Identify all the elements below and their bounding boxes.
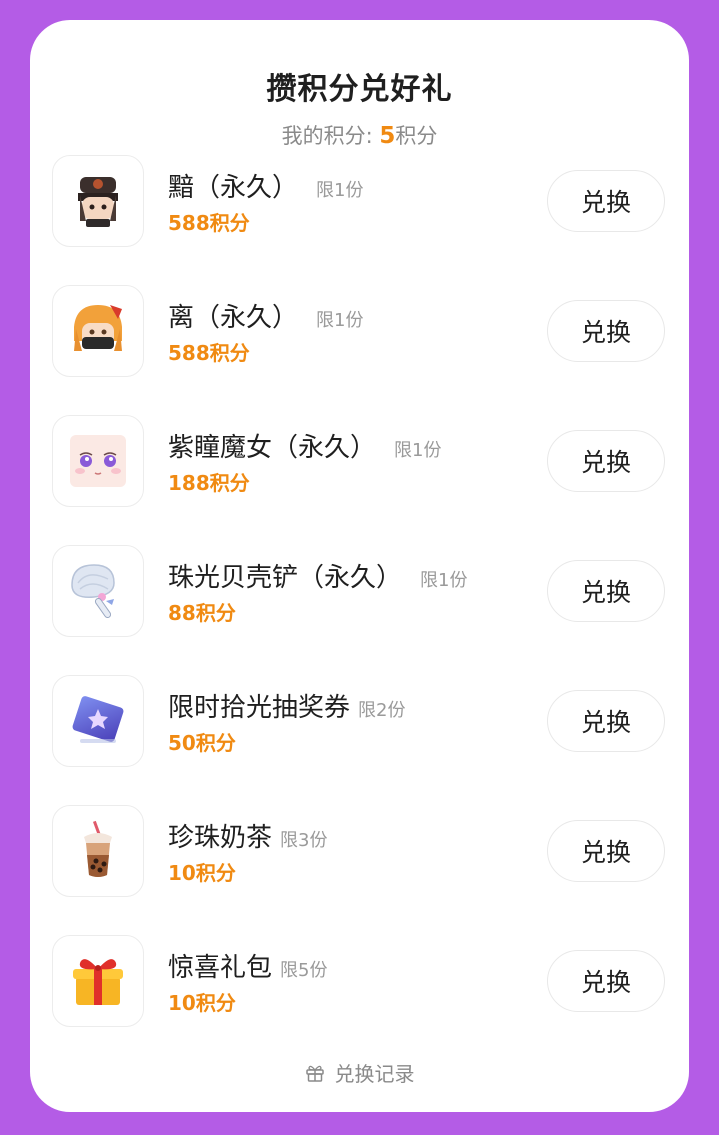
item-limit: 限1份 [316, 180, 364, 201]
list-item: 黯（永久） 限1份 588积分 兑换 [30, 155, 689, 247]
exchange-button[interactable]: 兑换 [547, 430, 665, 492]
list-item: 限时拾光抽奖券 限2份 50积分 兑换 [30, 675, 689, 767]
points-value: 5 [379, 123, 396, 149]
purple-eyed-face-icon [52, 415, 144, 507]
exchange-button[interactable]: 兑换 [547, 690, 665, 752]
page-title: 攒积分兑好礼 [266, 72, 453, 107]
list-item: 珍珠奶茶 限3份 10积分 兑换 [30, 805, 689, 897]
item-limit: 限1份 [316, 310, 364, 331]
item-cost: 10积分 [168, 861, 236, 885]
dark-hat-character-icon [52, 155, 144, 247]
item-limit: 限1份 [394, 440, 442, 461]
history-label: 兑换记录 [334, 1062, 415, 1086]
exchange-button[interactable]: 兑换 [547, 820, 665, 882]
list-item: 珠光贝壳铲（永久） 限1份 88积分 兑换 [30, 545, 689, 637]
points-unit: 积分 [395, 124, 438, 148]
exchange-button[interactable]: 兑换 [547, 950, 665, 1012]
item-cost: 588积分 [168, 211, 250, 235]
points-label: 我的积分: [281, 124, 380, 148]
item-name: 珠光贝壳铲（永久） [168, 563, 403, 593]
item-cost: 10积分 [168, 991, 236, 1015]
item-limit: 限2份 [358, 700, 406, 721]
item-name: 离（永久） [168, 303, 299, 333]
list-item: 离（永久） 限1份 588积分 兑换 [30, 285, 689, 377]
exchange-button[interactable]: 兑换 [547, 560, 665, 622]
list-item: 惊喜礼包 限5份 10积分 兑换 [30, 935, 689, 1027]
list-item: 紫瞳魔女（永久） 限1份 188积分 兑换 [30, 415, 689, 507]
item-cost: 188积分 [168, 471, 250, 495]
item-limit: 限3份 [280, 830, 328, 851]
gift-box-icon [52, 935, 144, 1027]
item-name: 紫瞳魔女（永久） [168, 433, 377, 463]
lottery-ticket-icon [52, 675, 144, 767]
exchange-history-link[interactable]: 兑换记录 [30, 1058, 689, 1087]
item-cost: 588积分 [168, 341, 250, 365]
item-limit: 限5份 [280, 960, 328, 981]
gift-outline-icon [305, 1065, 324, 1082]
my-points: 我的积分: 5积分 [30, 120, 689, 150]
item-name: 惊喜礼包 [168, 953, 273, 983]
item-name: 黯（永久） [168, 173, 299, 203]
item-name: 珍珠奶茶 [168, 823, 273, 853]
item-cost: 88积分 [168, 601, 236, 625]
orange-hair-masked-character-icon [52, 285, 144, 377]
pearl-shell-shovel-icon [52, 545, 144, 637]
exchange-button[interactable]: 兑换 [547, 300, 665, 362]
item-cost: 50积分 [168, 731, 236, 755]
item-name: 限时拾光抽奖券 [168, 693, 351, 723]
exchange-button[interactable]: 兑换 [547, 170, 665, 232]
bubble-tea-icon [52, 805, 144, 897]
exchange-card: 攒积分兑好礼 我的积分: 5积分 黯（永久） 限1份 588积分 兑换 离（永久… [30, 20, 689, 1112]
item-limit: 限1份 [420, 570, 468, 591]
